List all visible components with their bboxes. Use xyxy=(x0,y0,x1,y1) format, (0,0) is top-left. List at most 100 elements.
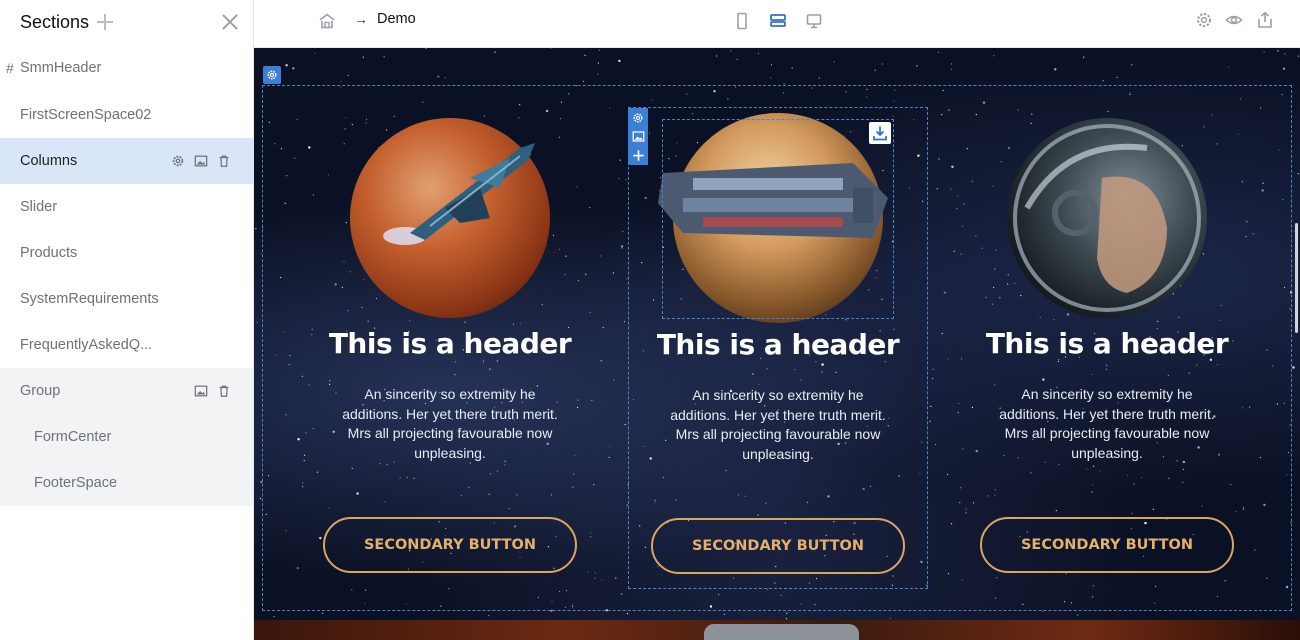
column-text[interactable]: An sincerity so extremity he additions. … xyxy=(669,386,887,465)
astronaut-helmet-image[interactable] xyxy=(1007,118,1207,318)
anchor-hash: # xyxy=(6,60,14,76)
star xyxy=(1077,614,1079,616)
plus-icon xyxy=(632,150,644,161)
star xyxy=(916,65,918,67)
star xyxy=(716,55,718,57)
gear-icon[interactable] xyxy=(171,154,185,168)
star xyxy=(292,67,295,70)
star xyxy=(1297,55,1300,57)
star xyxy=(383,56,385,58)
star xyxy=(818,77,820,79)
tablet-icon[interactable] xyxy=(769,12,787,30)
secondary-button[interactable]: SECONDARY BUTTON xyxy=(980,517,1234,573)
canvas-scrollbar[interactable] xyxy=(1295,223,1298,333)
star xyxy=(950,68,953,70)
sidebar-item-systemrequirements[interactable]: SystemRequirements xyxy=(0,276,253,322)
star xyxy=(347,74,349,76)
star xyxy=(618,59,621,63)
column-image-button[interactable] xyxy=(628,127,648,146)
star xyxy=(1054,68,1057,71)
star xyxy=(626,613,629,615)
spaceship-graphic xyxy=(383,143,535,245)
star xyxy=(1228,66,1230,68)
column-header[interactable]: This is a header xyxy=(629,328,927,361)
breadcrumb-page-name[interactable]: Demo xyxy=(377,11,416,27)
star xyxy=(1282,67,1286,70)
star xyxy=(951,63,953,65)
star xyxy=(340,81,342,83)
sidebar-item-smmheader[interactable]: # SmmHeader xyxy=(0,44,253,92)
star xyxy=(444,77,446,79)
star xyxy=(874,69,876,71)
gear-icon xyxy=(267,70,277,80)
column-3[interactable]: This is a header An sincerity so extremi… xyxy=(957,106,1257,606)
sidebar-item-products[interactable]: Products xyxy=(0,230,253,276)
star xyxy=(1263,51,1265,53)
sidebar-item-group[interactable]: Group xyxy=(0,368,253,414)
secondary-button[interactable]: SECONDARY BUTTON xyxy=(651,518,905,574)
sidebar-item-label: SmmHeader xyxy=(20,60,102,76)
export-icon[interactable] xyxy=(1256,11,1274,29)
column-settings-button[interactable] xyxy=(628,108,648,127)
star xyxy=(322,612,324,614)
sidebar-item-columns[interactable]: Columns xyxy=(0,138,253,184)
column-header[interactable]: This is a header xyxy=(300,327,600,360)
mobile-icon[interactable] xyxy=(733,12,751,30)
star xyxy=(550,48,552,49)
gear-icon[interactable] xyxy=(1195,11,1213,29)
download-icon xyxy=(873,126,887,141)
star xyxy=(1292,366,1295,369)
section-settings-button[interactable] xyxy=(263,66,281,84)
star xyxy=(256,321,258,323)
star xyxy=(730,50,732,52)
image-icon xyxy=(632,131,644,142)
star xyxy=(488,615,490,617)
sidebar-item-formcenter[interactable]: FormCenter xyxy=(0,414,253,460)
close-icon[interactable] xyxy=(221,13,239,31)
sidebar-item-firstscreenspace02[interactable]: FirstScreenSpace02 xyxy=(0,92,253,138)
sidebar-item-faq[interactable]: FrequentlyAskedQ... xyxy=(0,322,253,368)
star xyxy=(597,73,599,75)
star xyxy=(833,61,835,63)
sidebar-item-label: FrequentlyAskedQ... xyxy=(20,337,153,353)
star xyxy=(881,63,884,65)
column-text[interactable]: An sincerity so extremity he additions. … xyxy=(997,385,1217,464)
trash-icon[interactable] xyxy=(217,384,231,398)
column-header[interactable]: This is a header xyxy=(957,327,1257,360)
star xyxy=(437,75,440,78)
image-icon[interactable] xyxy=(194,154,208,168)
star xyxy=(582,80,585,82)
sidebar-item-label: Slider xyxy=(20,199,58,215)
star xyxy=(314,52,316,54)
add-section-plus-icon[interactable] xyxy=(97,14,114,30)
trash-icon[interactable] xyxy=(217,154,231,168)
sidebar-item-label: FooterSpace xyxy=(34,475,118,491)
sections-sidebar: Sections # SmmHeader FirstScreenSpace02 … xyxy=(0,0,254,640)
secondary-button[interactable]: SECONDARY BUTTON xyxy=(323,517,577,573)
gear-icon xyxy=(633,113,643,122)
star xyxy=(584,54,586,56)
image-icon[interactable] xyxy=(194,384,208,398)
column-2[interactable]: This is a header An sincerity so extremi… xyxy=(628,107,928,589)
sidebar-header: Sections xyxy=(0,0,253,44)
download-image-button[interactable] xyxy=(869,122,891,144)
desktop-icon[interactable] xyxy=(805,12,823,30)
sidebar-item-slider[interactable]: Slider xyxy=(0,184,253,230)
column-text[interactable]: An sincerity so extremity he additions. … xyxy=(340,385,560,464)
eye-icon[interactable] xyxy=(1225,11,1243,29)
star xyxy=(1297,173,1299,175)
star xyxy=(362,56,364,58)
mars-spaceship-image[interactable] xyxy=(350,118,550,318)
star xyxy=(791,67,793,69)
column-add-button[interactable] xyxy=(628,146,648,165)
star xyxy=(770,77,772,79)
star xyxy=(1131,64,1133,66)
sidebar-item-footerspace[interactable]: FooterSpace xyxy=(0,460,253,506)
column-1[interactable]: This is a header An sincerity so extremi… xyxy=(300,106,600,606)
home-icon[interactable] xyxy=(318,12,336,30)
star xyxy=(1083,56,1085,58)
item-tools xyxy=(171,138,231,184)
sidebar-title: Sections xyxy=(20,11,90,32)
star xyxy=(937,51,940,53)
sidebar-item-label: Group xyxy=(20,383,61,399)
